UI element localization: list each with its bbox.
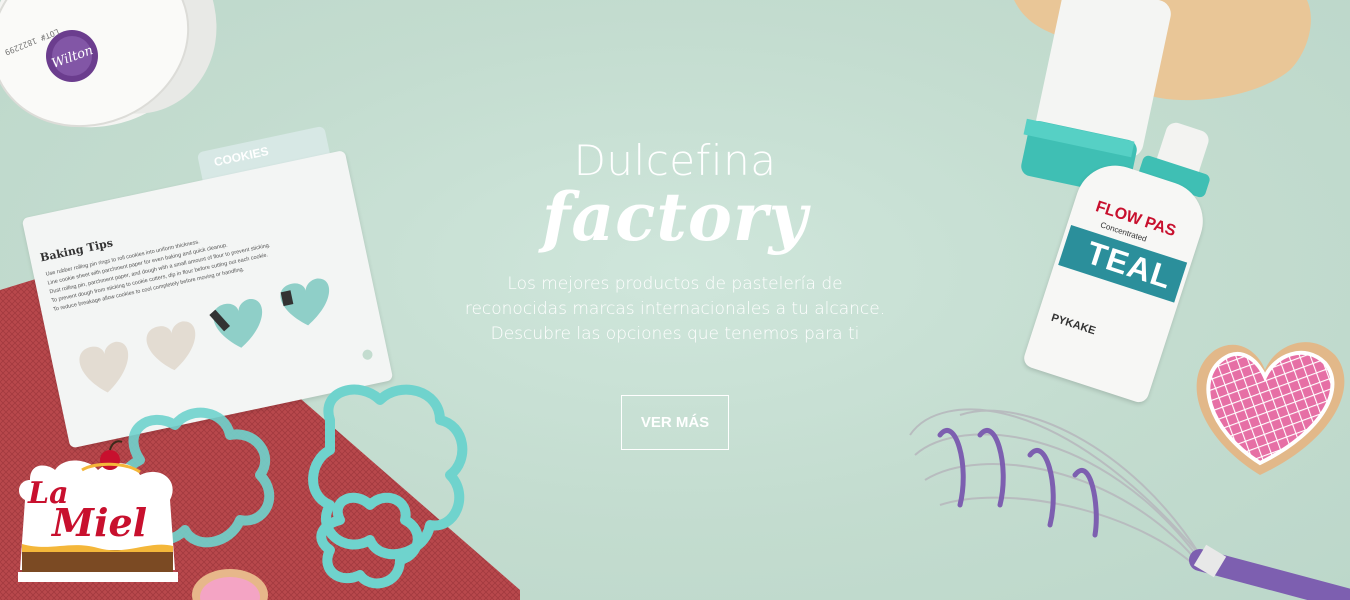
brand-title-line2: factory xyxy=(542,178,808,256)
tagline-line: Descubre las opciones que tenemos para t… xyxy=(490,324,860,344)
hero-banner: Wilton LOT# 1822299 COOKIES Baking Tips … xyxy=(0,0,1350,600)
tagline-line: Los mejores productos de pastelería de xyxy=(507,274,843,294)
tagline-line: reconocidas marcas internacionales a tu … xyxy=(464,299,886,319)
hero-text-block: Dulcefina factory Los mejores productos … xyxy=(425,140,925,347)
la-miel-logo: La Miel xyxy=(10,440,185,590)
brand-title-line1: Dulcefina xyxy=(573,136,777,185)
cookie-bottom-left-image xyxy=(192,569,268,600)
logo-text-miel: Miel xyxy=(52,500,148,545)
hero-tagline: Los mejores productos de pastelería de r… xyxy=(425,272,925,347)
ver-mas-button[interactable]: VER MÁS xyxy=(621,395,729,450)
whisk-image xyxy=(909,408,1350,600)
